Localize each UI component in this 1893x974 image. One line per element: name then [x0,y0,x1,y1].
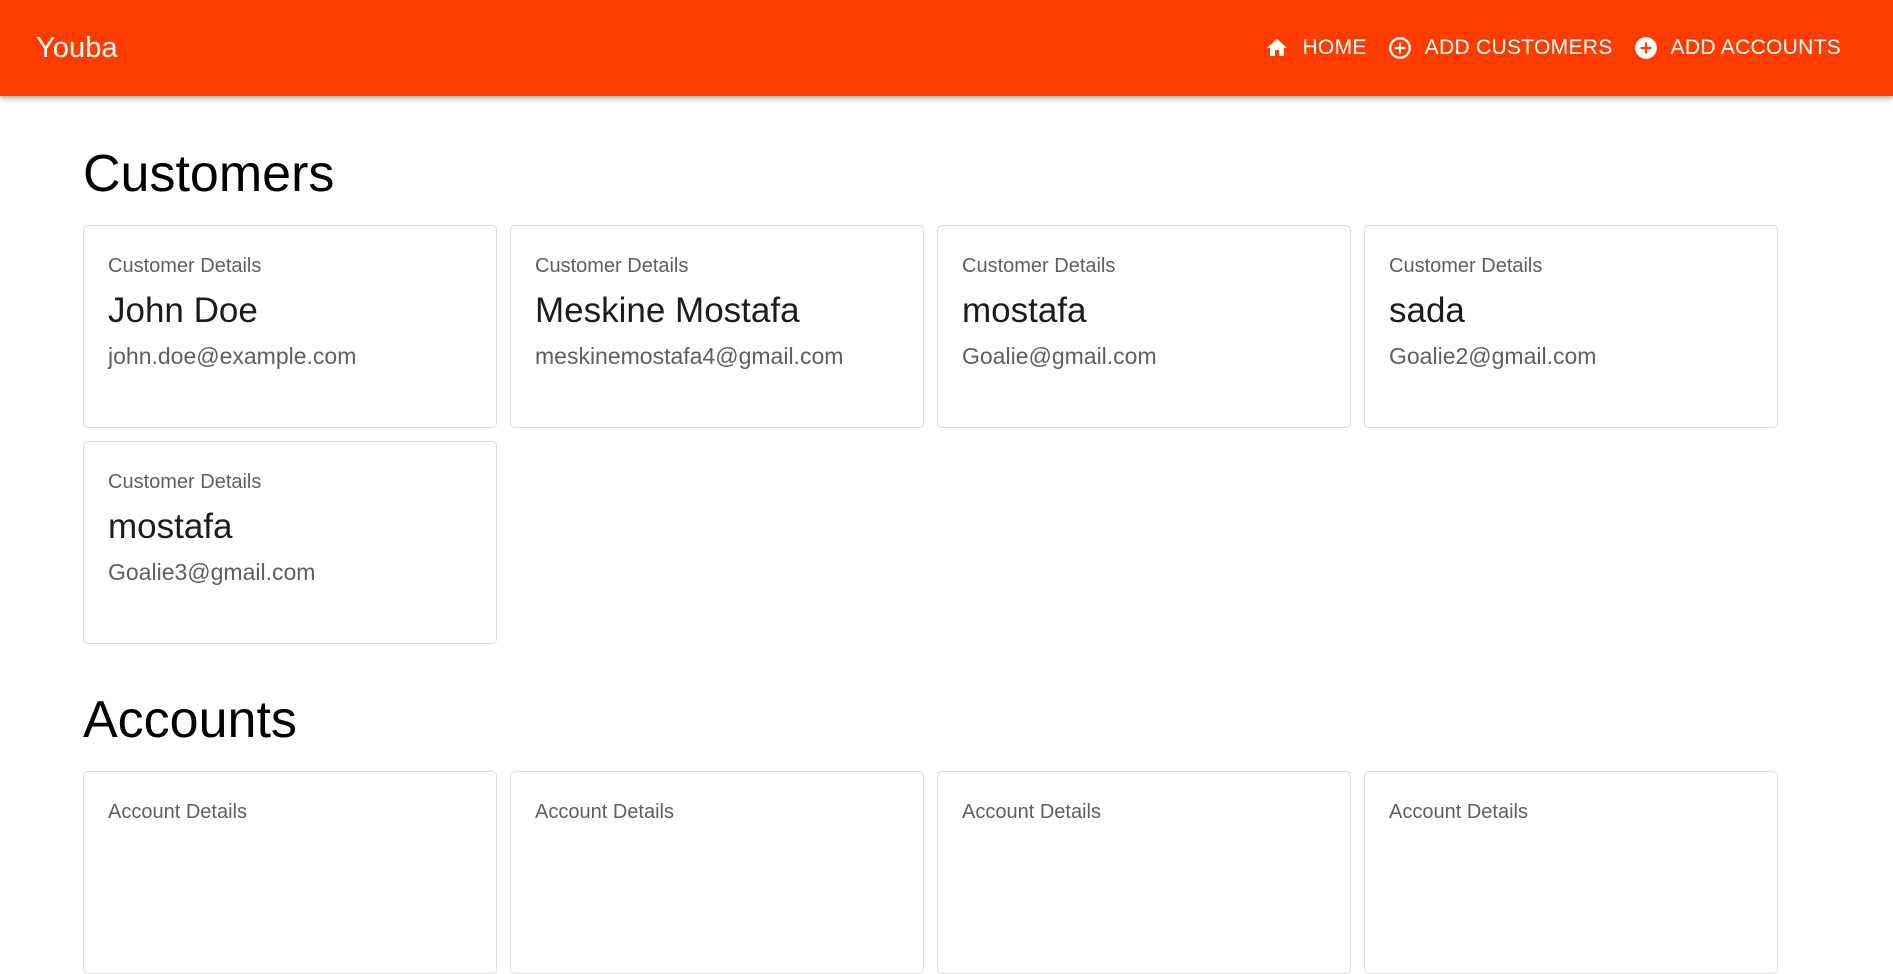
customer-email: Goalie3@gmail.com [108,559,316,585]
customers-section-title: Customers [83,145,335,203]
home-button[interactable]: HOME [1254,20,1376,76]
home-icon [1264,35,1290,61]
customer-card-label: Customer Details [962,255,1116,277]
customer-name: John Doe [108,291,258,330]
customer-email: john.doe@example.com [108,343,357,369]
add-circle-outline-icon [1387,35,1413,61]
account-card-label: Account Details [535,801,674,823]
account-card-label: Account Details [1389,801,1528,823]
add-accounts-button-label: ADD ACCOUNTS [1670,36,1841,59]
customers-grid: Customer Details John Doe john.doe@examp… [83,225,1779,644]
accounts-grid: Account Details Account Details Account … [83,771,1779,974]
customer-email: meskinemostafa4@gmail.com [535,343,844,369]
customer-email: Goalie2@gmail.com [1389,343,1597,369]
customer-email: Goalie@gmail.com [962,343,1157,369]
customer-name: sada [1389,291,1465,330]
account-card-label: Account Details [108,801,247,823]
customer-card-label: Customer Details [1389,255,1543,277]
account-card[interactable]: Account Details [83,771,497,974]
customer-card[interactable]: Customer Details John Doe john.doe@examp… [83,225,497,428]
account-card[interactable]: Account Details [1364,771,1778,974]
top-nav: HOME ADD CUSTOMERS ADD ACCOUNTS [1254,0,1851,96]
customer-card[interactable]: Customer Details mostafa Goalie@gmail.co… [937,225,1351,428]
account-card[interactable]: Account Details [510,771,924,974]
customer-card-label: Customer Details [108,255,262,277]
customer-name: Meskine Mostafa [535,291,800,330]
customer-card[interactable]: Customer Details Meskine Mostafa meskine… [510,225,924,428]
accounts-section-title: Accounts [83,691,297,749]
customer-name: mostafa [108,507,233,546]
customer-card-label: Customer Details [108,471,262,493]
customer-card-label: Customer Details [535,255,689,277]
brand-title[interactable]: Youba [36,0,118,96]
account-card-label: Account Details [962,801,1101,823]
add-accounts-button[interactable]: ADD ACCOUNTS [1623,20,1851,76]
home-button-label: HOME [1302,36,1367,59]
app-bar: Youba HOME ADD CUSTOMERS ADD ACCOUNTS [0,0,1893,96]
customer-name: mostafa [962,291,1087,330]
add-customers-button-label: ADD CUSTOMERS [1424,36,1613,59]
add-customers-button[interactable]: ADD CUSTOMERS [1377,20,1623,76]
customer-card[interactable]: Customer Details mostafa Goalie3@gmail.c… [83,441,497,644]
customer-card[interactable]: Customer Details sada Goalie2@gmail.com [1364,225,1778,428]
account-card[interactable]: Account Details [937,771,1351,974]
add-circle-filled-icon [1633,35,1659,61]
